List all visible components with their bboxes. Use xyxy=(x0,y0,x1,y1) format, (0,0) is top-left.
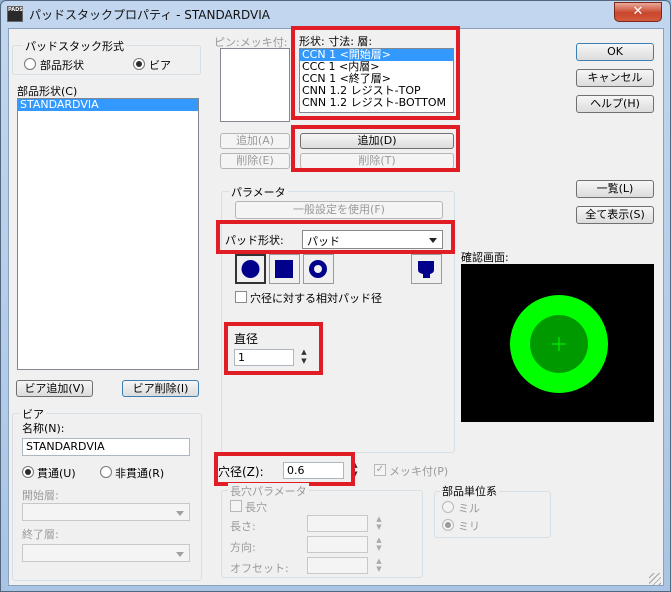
custom-shape-button[interactable] xyxy=(411,254,442,284)
shape-buttons-row xyxy=(235,254,442,284)
plated-checkbox[interactable]: ✓ xyxy=(374,464,386,476)
round-pad-icon xyxy=(241,260,260,278)
pin-add-button[interactable]: 追加(A) xyxy=(220,133,290,149)
padstack-format-title: パッドスタック形式 xyxy=(23,38,126,54)
dialog-client: パッドスタック形式 部品形状 ビア 部品形状(C) STANDARDVIA ビア… xyxy=(8,26,664,586)
radio-non-through[interactable] xyxy=(100,466,112,478)
preview-pad-drawing xyxy=(461,264,654,422)
dialog-window: PADS パッドスタックプロパティ - STANDARDVIA ✕ パッドスタッ… xyxy=(0,0,671,592)
resize-grip[interactable] xyxy=(649,573,661,585)
part-shape-label: 部品形状(C) xyxy=(17,85,78,98)
add-via-button[interactable]: ビア追加(V) xyxy=(16,380,93,397)
chevron-down-icon xyxy=(176,511,184,516)
end-layer-select[interactable] xyxy=(22,544,190,562)
relative-pad-label[interactable]: 穴径に対する相対パッド径 xyxy=(250,290,382,306)
radio-through[interactable] xyxy=(22,466,34,478)
radio-part-shape-label[interactable]: 部品形状 xyxy=(40,57,84,73)
show-all-button[interactable]: 全て表示(S) xyxy=(576,206,654,224)
highlight-box-diameter xyxy=(224,322,323,375)
slot-direction-spin[interactable]: ▲ ▼ xyxy=(374,536,384,552)
slot-offset-spin[interactable]: ▲ ▼ xyxy=(374,557,384,573)
highlight-box-drill xyxy=(214,452,355,486)
via-name-input[interactable]: STANDARDVIA xyxy=(22,438,190,456)
app-icon: PADS xyxy=(7,6,23,22)
annular-shape-button[interactable] xyxy=(303,254,334,284)
slot-length-input[interactable] xyxy=(307,515,368,532)
end-layer-label: 終了層: xyxy=(22,528,59,541)
use-general-settings-button[interactable]: 一般設定を使用(F) xyxy=(235,201,443,219)
radio-metric[interactable] xyxy=(442,519,454,531)
ok-button[interactable]: OK xyxy=(576,43,654,61)
preview-label: 確認画面: xyxy=(461,251,509,264)
plated-label[interactable]: メッキ付(P) xyxy=(389,463,448,479)
highlight-box-layers xyxy=(291,26,460,120)
highlight-box-layer-buttons xyxy=(291,125,460,172)
pin-plating-list[interactable] xyxy=(220,48,290,122)
window-title: パッドスタックプロパティ - STANDARDVIA xyxy=(29,8,271,22)
title-bar[interactable]: PADS パッドスタックプロパティ - STANDARDVIA ✕ xyxy=(1,1,670,27)
radio-part-shape[interactable] xyxy=(24,58,36,70)
part-shape-list[interactable]: STANDARDVIA xyxy=(17,98,199,370)
help-button[interactable]: ヘルプ(H) xyxy=(576,95,654,113)
list-button[interactable]: 一覧(L) xyxy=(576,180,654,198)
slot-direction-label: 方向: xyxy=(230,541,256,554)
radio-metric-label[interactable]: ミリ xyxy=(458,518,480,534)
close-button[interactable]: ✕ xyxy=(614,2,662,22)
slot-group-title: 長穴パラメータ xyxy=(228,483,309,499)
delete-via-button[interactable]: ビア削除(I) xyxy=(122,380,199,397)
slot-offset-label: オフセット: xyxy=(230,562,289,575)
radio-via-label[interactable]: ビア xyxy=(149,57,171,73)
slot-direction-input[interactable] xyxy=(307,536,368,553)
slot-checkbox[interactable] xyxy=(230,500,242,512)
via-name-label: 名称(N): xyxy=(22,422,65,435)
square-pad-icon xyxy=(275,260,293,278)
round-shape-button[interactable] xyxy=(235,254,266,284)
cancel-button[interactable]: キャンセル xyxy=(576,69,654,87)
start-layer-label: 開始層: xyxy=(22,489,59,502)
radio-via[interactable] xyxy=(133,58,145,70)
radio-mil-label[interactable]: ミル xyxy=(458,500,480,516)
part-shape-item[interactable]: STANDARDVIA xyxy=(18,99,198,111)
slot-checkbox-label[interactable]: 長穴 xyxy=(245,499,267,515)
radio-mil[interactable] xyxy=(442,501,454,513)
preview-canvas xyxy=(461,264,654,422)
radio-non-through-label[interactable]: 非貫通(R) xyxy=(115,465,164,481)
parameters-title: パラメータ xyxy=(229,184,288,200)
relative-pad-checkbox[interactable] xyxy=(235,291,247,303)
chevron-down-icon xyxy=(176,552,184,557)
start-layer-select[interactable] xyxy=(22,503,190,521)
slot-length-spin[interactable]: ▲ ▼ xyxy=(374,515,384,531)
pin-delete-button[interactable]: 削除(E) xyxy=(220,153,290,169)
radio-through-label[interactable]: 貫通(U) xyxy=(37,465,76,481)
annular-pad-icon xyxy=(309,260,327,278)
square-shape-button[interactable] xyxy=(269,254,300,284)
highlight-box-pad-shape xyxy=(216,220,455,254)
slot-offset-input[interactable] xyxy=(307,557,368,574)
slot-length-label: 長さ: xyxy=(230,520,256,533)
units-title: 部品単位系 xyxy=(440,483,499,499)
custom-pad-icon xyxy=(418,261,434,278)
